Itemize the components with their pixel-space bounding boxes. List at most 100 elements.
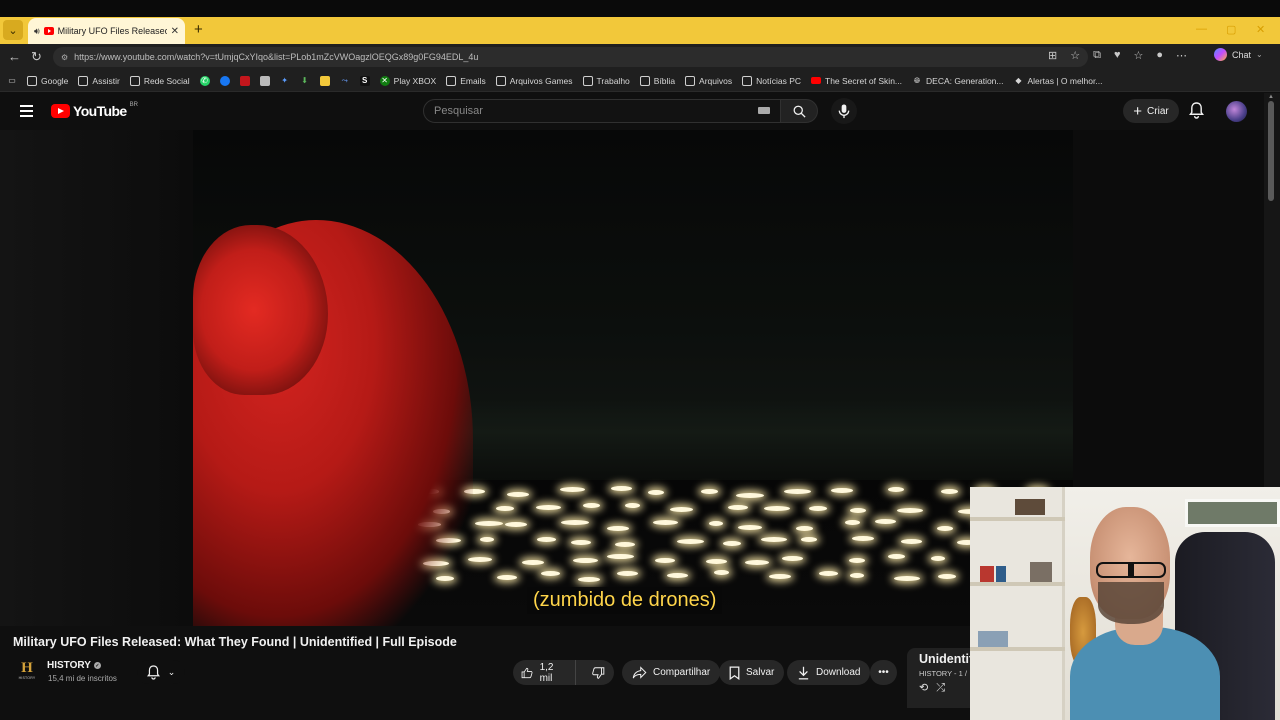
- copilot-chat-button[interactable]: Chat ⌄: [1214, 48, 1263, 61]
- drone-light: [795, 525, 813, 531]
- whatsapp-icon: ✆: [199, 75, 210, 86]
- install-app-icon[interactable]: ⊞: [1048, 49, 1057, 62]
- account-avatar[interactable]: [1226, 101, 1247, 122]
- bookmark-arquivos-games[interactable]: Arquivos Games: [495, 75, 573, 86]
- bookmark-emails[interactable]: Emails: [446, 75, 486, 86]
- bookmark-biblia[interactable]: Bíblia: [639, 75, 675, 86]
- bookmark-chart[interactable]: ⤳: [340, 76, 350, 86]
- drone-light: [655, 558, 675, 564]
- bookmark-alertas[interactable]: ◆ Alertas | O melhor...: [1014, 76, 1102, 86]
- site-info-icon[interactable]: ⚙: [61, 53, 68, 62]
- search-input[interactable]: [424, 100, 724, 122]
- drone-light: [648, 490, 665, 496]
- bookmark-rede-social[interactable]: Rede Social: [129, 75, 190, 86]
- share-button[interactable]: Compartilhar: [622, 660, 721, 685]
- plus-icon: +: [1133, 102, 1143, 120]
- bookmark-collections[interactable]: ▭: [7, 76, 17, 86]
- bookmark-whatsapp[interactable]: ✆: [199, 75, 210, 86]
- like-dislike-group: 1,2 mil: [513, 660, 614, 685]
- new-tab-button[interactable]: +: [194, 21, 203, 38]
- bookmark-s[interactable]: S: [359, 75, 370, 86]
- bookmark-assistir[interactable]: Assistir: [78, 75, 120, 86]
- url-text: https://www.youtube.com/watch?v=tUmjqCxY…: [74, 52, 479, 62]
- bookmark-deca[interactable]: 🌐︎ DECA: Generation...: [912, 75, 1004, 86]
- close-window-button[interactable]: ✕: [1256, 23, 1265, 36]
- bookmark-play-xbox[interactable]: ✕ Play XBOX: [379, 75, 436, 86]
- like-button[interactable]: 1,2 mil: [513, 660, 576, 685]
- download-button[interactable]: Download: [787, 660, 871, 685]
- profile-icon[interactable]: ●: [1156, 49, 1163, 62]
- s-letter-icon: S: [359, 75, 370, 86]
- video-frame[interactable]: [193, 130, 1073, 626]
- bookmark-trabalho[interactable]: Trabalho: [582, 75, 630, 86]
- video-subtitle: (zumbido de drones): [527, 587, 723, 614]
- drone-light: [850, 507, 867, 513]
- playlist-panel[interactable]: Unidentified HISTORY - 1 / ⟲⤮: [907, 648, 970, 708]
- loop-icon[interactable]: ⟲: [919, 682, 936, 694]
- drone-light: [475, 521, 503, 527]
- notifications-button[interactable]: [1189, 102, 1204, 124]
- save-button[interactable]: Salvar: [719, 660, 785, 685]
- drone-light: [560, 519, 589, 525]
- bookmark-messenger[interactable]: [219, 75, 230, 86]
- shuffle-icon[interactable]: ⤮: [936, 682, 953, 694]
- drone-light: [769, 573, 792, 579]
- minimize-window-button[interactable]: —: [1196, 23, 1207, 35]
- tab-close-icon[interactable]: ✕: [171, 26, 179, 37]
- drone-light: [782, 555, 803, 561]
- bookmark-gemini[interactable]: ✦: [280, 76, 290, 86]
- bookmark-save-icon: [729, 666, 740, 680]
- reload-icon[interactable]: ↻: [31, 49, 42, 65]
- drone-light: [831, 488, 853, 494]
- drone-light: [705, 559, 727, 565]
- bookmark-yellow[interactable]: [319, 75, 330, 86]
- tab-audio-icon[interactable]: 🔊︎: [34, 26, 40, 37]
- bookmark-label: The Secret of Skin...: [825, 75, 903, 86]
- favorites-icon[interactable]: ☆: [1133, 49, 1143, 62]
- folder-icon: [27, 75, 37, 86]
- drone-light: [800, 536, 818, 542]
- thumbs-down-icon: [592, 666, 605, 679]
- search-button[interactable]: [780, 99, 818, 123]
- channel-name-link[interactable]: HISTORY ✓: [47, 660, 101, 671]
- extensions-icon[interactable]: ⧉: [1093, 49, 1101, 62]
- bookmark-label: DECA: Generation...: [926, 75, 1004, 86]
- bookmark-google[interactable]: Google: [27, 75, 68, 86]
- back-arrow-icon[interactable]: ←: [8, 49, 21, 64]
- scroll-up-icon[interactable]: ▲: [1268, 94, 1274, 100]
- channel-avatar[interactable]: H HISTORY: [17, 660, 37, 684]
- voice-search-button[interactable]: [831, 98, 857, 124]
- drone-light: [616, 571, 638, 577]
- menu-hamburger-icon[interactable]: [20, 105, 33, 120]
- drone-light: [536, 505, 561, 511]
- create-button[interactable]: + Criar: [1123, 99, 1179, 123]
- chevron-down-icon: ⌄: [1256, 50, 1263, 59]
- drone-light: [760, 536, 788, 542]
- maximize-window-button[interactable]: ▢: [1226, 23, 1236, 36]
- bookmark-arquivos[interactable]: Arquivos: [685, 75, 732, 86]
- keyboard-icon[interactable]: [758, 107, 770, 114]
- address-bar[interactable]: ⚙ https://www.youtube.com/watch?v=tUmjqC…: [53, 47, 1088, 67]
- browser-essentials-icon[interactable]: ♥: [1114, 49, 1121, 62]
- drone-light: [738, 524, 763, 530]
- scrollbar-thumb[interactable]: [1268, 101, 1274, 201]
- folder-icon: [495, 75, 506, 86]
- browser-tab-active[interactable]: 🔊︎ Military UFO Files Released: W ✕: [28, 18, 185, 44]
- drone-light: [670, 507, 694, 513]
- dislike-button[interactable]: [582, 660, 614, 685]
- tab-actions-menu-button[interactable]: ⌄: [3, 20, 23, 40]
- drone-light: [763, 505, 790, 511]
- globe-icon: 🌐︎: [913, 75, 921, 85]
- bookmark-star-icon[interactable]: ☆: [1070, 49, 1080, 62]
- thumbs-up-icon: [521, 667, 533, 678]
- folder-icon: [639, 75, 650, 86]
- more-actions-button[interactable]: •••: [870, 660, 897, 685]
- bookmark-grey[interactable]: [259, 75, 270, 86]
- subscription-notifications-button[interactable]: ⌄: [137, 660, 185, 684]
- bookmark-noticias-pc[interactable]: Notícias PC: [742, 75, 801, 86]
- more-menu-icon[interactable]: ⋯: [1176, 49, 1187, 62]
- bookmark-green[interactable]: ⬇: [300, 76, 310, 86]
- youtube-logo[interactable]: YouTube BR: [51, 102, 138, 119]
- bookmark-red[interactable]: [239, 75, 250, 86]
- bookmark-secret-of-skin[interactable]: The Secret of Skin...: [811, 76, 902, 86]
